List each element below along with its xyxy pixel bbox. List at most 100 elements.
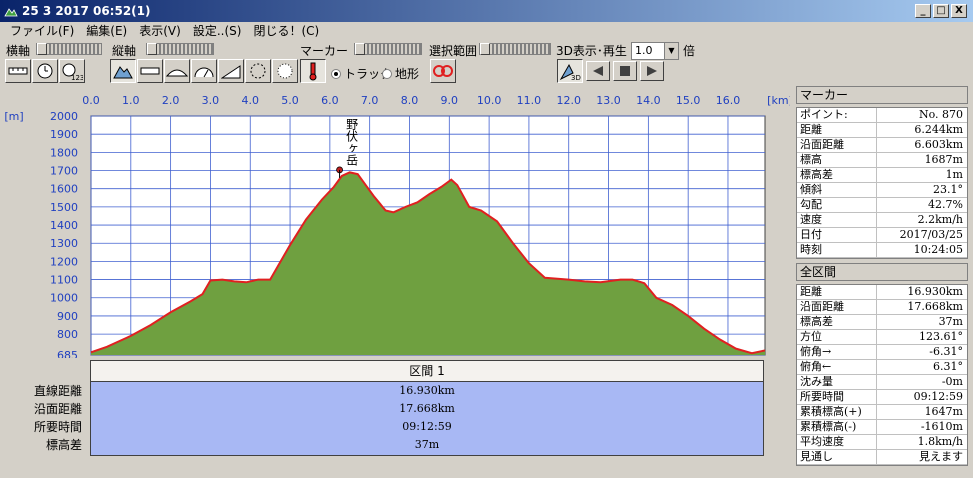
info-value: 1.8km/h <box>917 435 963 448</box>
info-value: 42.7% <box>928 198 963 211</box>
ruler-button[interactable] <box>5 59 31 83</box>
toolbar: 横軸 縦軸 マーカー 選択範囲 3D表示･再生 1.0 ▼ 倍 123 トラック… <box>0 41 973 85</box>
stopwatch-icon: 123 <box>62 63 83 81</box>
info-value: -6.31° <box>929 345 963 358</box>
info-row: 距離 16.930km <box>797 285 967 300</box>
marker-panel: マーカー ポイント: No. 870 距離 6.244km 沿面距離 6.603km 標高 1… <box>796 86 968 259</box>
x-tick-label: 9.0 <box>441 94 459 107</box>
radio-dot-track[interactable] <box>331 68 341 79</box>
marker-pin-button[interactable] <box>300 59 326 83</box>
window-title: 25 3 2017 06:52(1) <box>22 4 151 18</box>
terrain-label: 地形 <box>395 67 420 81</box>
btn-123-text: 123 <box>71 74 83 81</box>
minimize-button[interactable]: _ <box>915 4 931 18</box>
v-axis-label: 縦軸 <box>112 44 137 58</box>
menu-view[interactable]: 表示(V) <box>135 22 185 40</box>
info-key: 標高差 <box>797 315 877 329</box>
info-row: 日付 2017/03/25 <box>797 228 967 243</box>
circle-dashed-button[interactable] <box>245 59 271 83</box>
speed-select[interactable]: 1.0 ▼ <box>631 42 679 60</box>
info-key: 日付 <box>797 228 877 242</box>
info-row: 標高差 1m <box>797 168 967 183</box>
circle-dotted-button[interactable] <box>272 59 298 83</box>
mountain-view-button[interactable] <box>110 59 136 83</box>
h-axis-slider[interactable] <box>36 43 102 55</box>
menu-file[interactable]: ファイル(F) <box>6 22 78 40</box>
arc-view-button[interactable] <box>164 59 190 83</box>
speed-unit: 倍 <box>683 44 696 58</box>
slope-view-button[interactable] <box>218 59 244 83</box>
maximize-button[interactable]: □ <box>933 4 949 18</box>
info-row: 標高 1687m <box>797 153 967 168</box>
gauge-view-button[interactable] <box>191 59 217 83</box>
y-tick-label: 1100 <box>50 274 78 287</box>
info-row: 見通し 見えます <box>797 450 967 465</box>
btn-3d-text: 3D <box>571 74 581 81</box>
info-key: 所要時間 <box>797 390 877 404</box>
x-tick-label: 14.0 <box>636 94 661 107</box>
marker-slider[interactable] <box>354 43 422 55</box>
v-axis-slider[interactable] <box>146 43 214 55</box>
total-table: 距離 16.930km 沿面距離 17.668km 標高差 37m 方位 123.61° 俯角→… <box>796 284 968 466</box>
elevation-diff-label: 標高差 <box>45 438 82 452</box>
info-value: 37m <box>938 315 963 328</box>
info-row: 方位 123.61° <box>797 330 967 345</box>
marker-label: マーカー <box>300 44 349 58</box>
menu-settings[interactable]: 設定..(S) <box>189 22 246 40</box>
close-button[interactable]: X <box>951 4 967 18</box>
h-axis-label: 横軸 <box>6 44 31 58</box>
x-tick-label: 4.0 <box>241 94 259 107</box>
info-value: 1687m <box>924 153 963 166</box>
range-label: 選択範囲 <box>429 44 478 58</box>
x-tick-label: 6.0 <box>321 94 339 107</box>
info-value: 10:24:05 <box>913 243 963 256</box>
info-value: 見えます <box>919 450 963 463</box>
info-key: 累積標高(-) <box>797 420 877 434</box>
range-select-button[interactable] <box>430 59 456 83</box>
chevron-down-icon[interactable]: ▼ <box>664 43 678 59</box>
info-row: 累積標高(+) 1647m <box>797 405 967 420</box>
point-number-button[interactable]: 123 <box>59 59 85 83</box>
elevation-profile-chart[interactable]: 0.0 1.0 2.0 3.0 4.0 5.0 6.0 7.0 8.0 9.0 10.0 11.0 12… <box>0 88 790 358</box>
menu-close[interactable]: 閉じる！(C) <box>249 22 323 40</box>
info-row: 距離 6.244km <box>797 123 967 138</box>
play-back-button[interactable] <box>586 61 610 81</box>
radio-dot-terrain[interactable] <box>382 68 392 79</box>
thermometer-icon <box>309 62 317 81</box>
info-key: 標高 <box>797 153 877 167</box>
clock-icon <box>37 63 53 79</box>
range-slider[interactable] <box>479 43 551 55</box>
y-tick-label: 1200 <box>50 255 78 268</box>
clock-button[interactable] <box>32 59 58 83</box>
y-tick-label: 1500 <box>50 201 78 214</box>
flat-view-button[interactable] <box>137 59 163 83</box>
straight-distance-label: 直線距離 <box>33 384 82 398</box>
info-value: 1647m <box>924 405 963 418</box>
info-row: 平均速度 1.8km/h <box>797 435 967 450</box>
radio-terrain[interactable]: 地形 <box>382 65 419 82</box>
stop-icon <box>620 66 630 76</box>
info-key: 距離 <box>797 123 877 137</box>
x-tick-label: 15.0 <box>676 94 701 107</box>
section-values: 16.930km 17.668km 09:12:59 37m <box>90 382 764 456</box>
section-title[interactable]: 区間 1 <box>90 360 764 382</box>
view-3d-button[interactable]: 3D <box>557 59 583 83</box>
menu-edit[interactable]: 編集(E) <box>82 22 131 40</box>
info-key: 距離 <box>797 285 877 299</box>
info-row: 沿面距離 17.668km <box>797 300 967 315</box>
x-unit-label: [km] <box>767 94 790 107</box>
surface-distance-label: 沿面距離 <box>33 402 82 416</box>
y-tick-label: 1400 <box>50 219 78 232</box>
play-forward-button[interactable] <box>640 61 664 81</box>
y-tick-label: 1300 <box>50 237 78 250</box>
x-tick-label: 16.0 <box>716 94 741 107</box>
dashed-circle-icon <box>250 63 266 79</box>
marker-panel-title: マーカー <box>796 86 968 104</box>
info-value: 17.668km <box>907 300 963 313</box>
play3d-label: 3D表示･再生 <box>556 44 627 58</box>
stop-button[interactable] <box>613 61 637 81</box>
surface-distance-value: 17.668km <box>399 402 455 415</box>
play-back-icon <box>593 66 603 76</box>
info-value: 6.603km <box>914 138 963 151</box>
info-value: 6.244km <box>914 123 963 136</box>
